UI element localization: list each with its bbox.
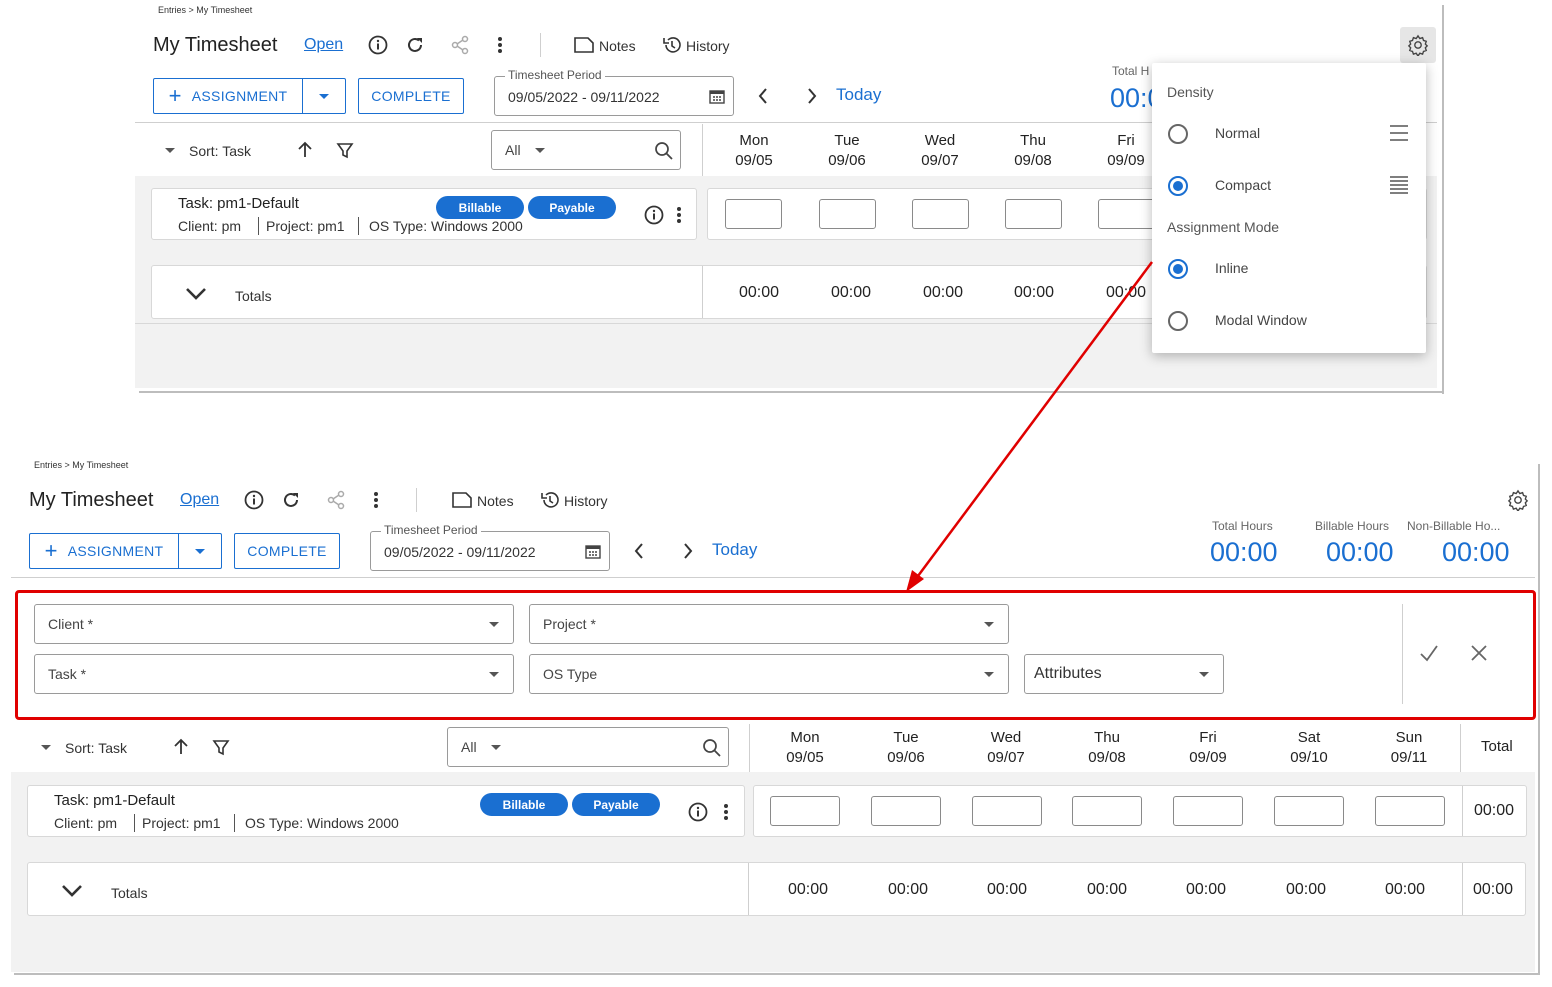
annotation-arrow — [906, 261, 1154, 592]
